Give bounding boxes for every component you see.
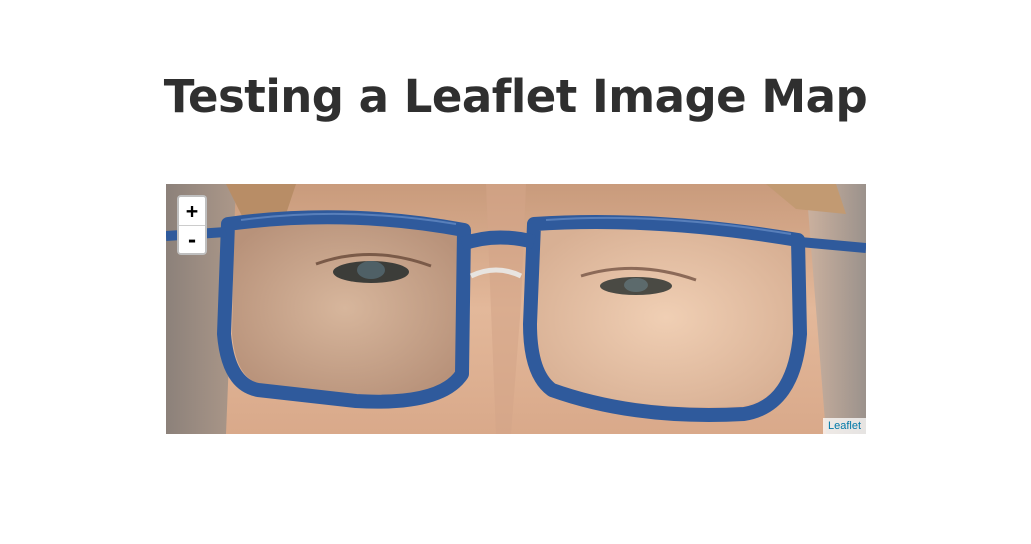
zoom-in-button[interactable]: + [179,197,205,226]
page-title: Testing a Leaflet Image Map [163,70,868,123]
map-image-overlay[interactable] [166,184,866,434]
zoom-control: + - [177,195,207,255]
leaflet-map[interactable]: + - Leaflet [166,184,866,434]
leaflet-attribution-link[interactable]: Leaflet [828,420,861,432]
attribution-control: Leaflet [822,418,866,434]
zoom-out-button[interactable]: - [179,226,205,253]
